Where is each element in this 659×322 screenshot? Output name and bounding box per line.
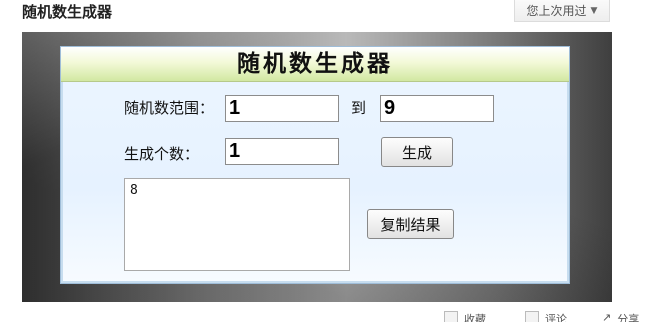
- comment-label: 评论: [545, 313, 567, 322]
- recent-used-dropdown[interactable]: 您上次用过 ▼: [514, 0, 610, 22]
- app-header: 随机数生成器: [61, 47, 569, 82]
- random-generator-panel: 随机数生成器 随机数范围： 到 生成个数： 生成 8 复制结果: [60, 46, 570, 284]
- copy-result-button[interactable]: 复制结果: [367, 209, 454, 239]
- comment-action[interactable]: 评论: [525, 311, 567, 322]
- share-label: 分享: [617, 313, 640, 322]
- favorite-label: 收藏: [464, 313, 486, 322]
- bottom-action-bar: 收藏 评论 ↗ 分享: [0, 311, 659, 322]
- comment-icon: [525, 311, 539, 322]
- chevron-down-icon: ▼: [590, 5, 598, 16]
- recent-used-label: 您上次用过: [526, 4, 587, 18]
- favorite-action[interactable]: 收藏: [444, 311, 486, 322]
- range-label: 随机数范围：: [124, 99, 215, 117]
- app-title: 随机数生成器: [237, 50, 393, 77]
- to-label: 到: [351, 99, 367, 117]
- count-label: 生成个数：: [124, 145, 200, 163]
- share-icon: ↗: [602, 311, 612, 322]
- count-input[interactable]: [225, 138, 339, 165]
- max-value-input[interactable]: [380, 95, 494, 122]
- heart-icon: [444, 311, 458, 322]
- min-value-input[interactable]: [225, 95, 339, 122]
- result-textarea[interactable]: 8: [124, 178, 350, 271]
- app-frame: 随机数生成器 随机数范围： 到 生成个数： 生成 8 复制结果: [22, 32, 612, 302]
- page-title: 随机数生成器: [22, 3, 113, 21]
- generate-button[interactable]: 生成: [381, 137, 453, 167]
- share-action[interactable]: ↗ 分享: [602, 311, 639, 322]
